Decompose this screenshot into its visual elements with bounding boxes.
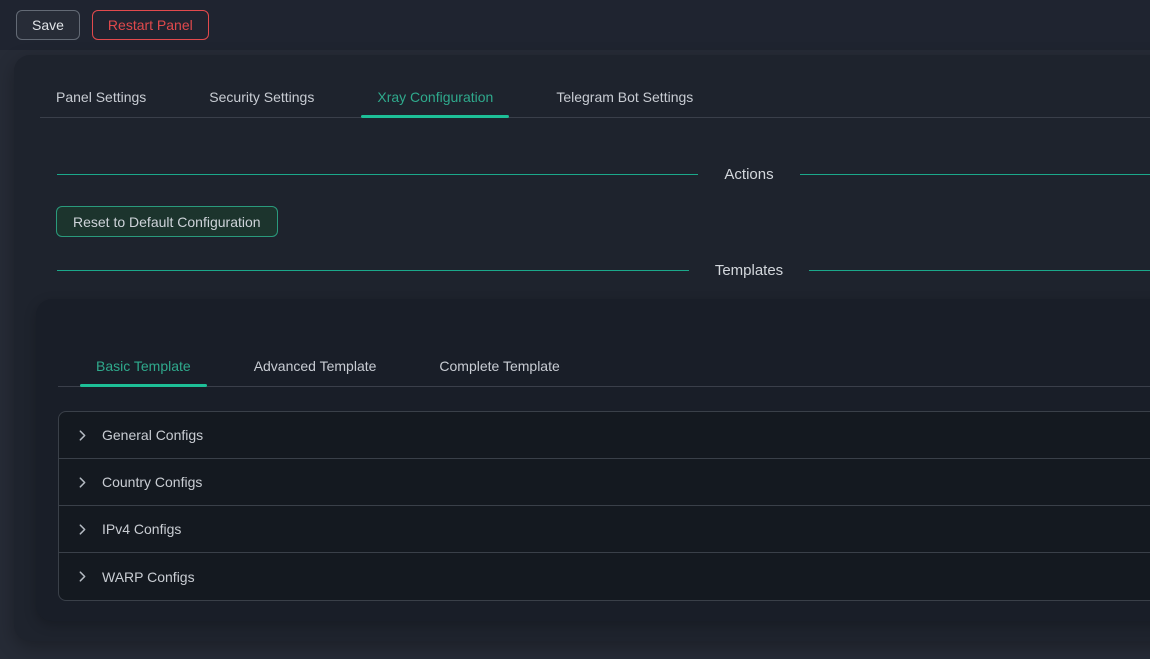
- collapse-label: IPv4 Configs: [102, 521, 181, 537]
- divider-line-right: [809, 270, 1150, 271]
- tab-telegram-bot-settings[interactable]: Telegram Bot Settings: [540, 77, 709, 117]
- collapse-ipv4-configs[interactable]: IPv4 Configs: [59, 506, 1150, 553]
- collapse-label: WARP Configs: [102, 569, 195, 585]
- settings-tabbar: Panel Settings Security Settings Xray Co…: [40, 55, 1150, 118]
- top-action-bar: Save Restart Panel: [0, 0, 1150, 50]
- reset-default-config-button[interactable]: Reset to Default Configuration: [56, 206, 278, 237]
- collapse-general-configs[interactable]: General Configs: [59, 412, 1150, 459]
- tab-complete-template[interactable]: Complete Template: [423, 346, 575, 386]
- save-button[interactable]: Save: [16, 10, 80, 40]
- restart-panel-button[interactable]: Restart Panel: [92, 10, 209, 40]
- collapse-label: General Configs: [102, 427, 203, 443]
- collapse-label: Country Configs: [102, 474, 202, 490]
- template-tabbar: Basic Template Advanced Template Complet…: [58, 299, 1150, 387]
- tab-xray-configuration[interactable]: Xray Configuration: [361, 77, 509, 117]
- tab-advanced-template[interactable]: Advanced Template: [238, 346, 393, 386]
- divider-line-left: [57, 270, 689, 271]
- tab-xray-configuration-label: Xray Configuration: [377, 89, 493, 105]
- settings-card: Panel Settings Security Settings Xray Co…: [14, 55, 1150, 641]
- chevron-right-icon: [76, 570, 89, 583]
- divider-line-right: [800, 174, 1150, 175]
- actions-section-title: Actions: [724, 166, 773, 183]
- templates-section-divider: Templates: [57, 260, 1150, 280]
- collapse-country-configs[interactable]: Country Configs: [59, 459, 1150, 506]
- tab-security-settings[interactable]: Security Settings: [193, 77, 330, 117]
- active-tab-indicator: [80, 384, 207, 387]
- templates-card: Basic Template Advanced Template Complet…: [36, 299, 1150, 621]
- divider-line-left: [57, 174, 698, 175]
- templates-section-title: Templates: [715, 262, 783, 279]
- tab-panel-settings[interactable]: Panel Settings: [40, 77, 162, 117]
- chevron-right-icon: [76, 523, 89, 536]
- chevron-right-icon: [76, 429, 89, 442]
- chevron-right-icon: [76, 476, 89, 489]
- tab-basic-template[interactable]: Basic Template: [80, 346, 207, 386]
- actions-section-divider: Actions: [57, 164, 1150, 184]
- collapse-warp-configs[interactable]: WARP Configs: [59, 553, 1150, 600]
- active-tab-indicator: [361, 115, 509, 118]
- tab-basic-template-label: Basic Template: [96, 358, 191, 374]
- config-collapse-list: General Configs Country Configs IPv4 Con…: [58, 411, 1150, 601]
